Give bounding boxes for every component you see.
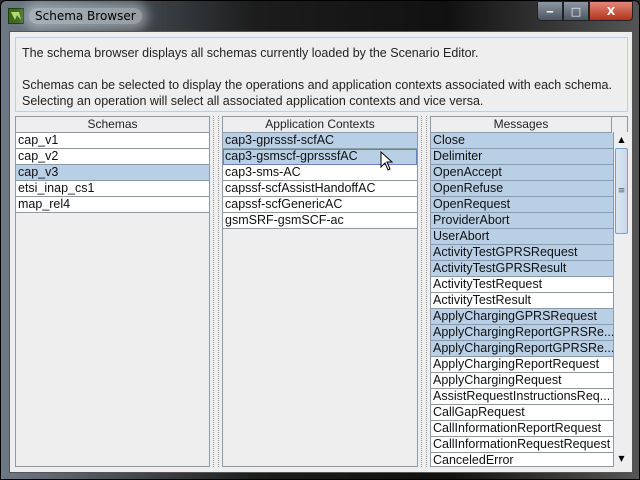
context-item[interactable]: capssf-scfAssistHandoffAC [223, 181, 417, 197]
contexts-header[interactable]: Application Contexts [223, 117, 417, 133]
message-item[interactable]: OpenRefuse [431, 181, 613, 197]
schema-item[interactable]: cap_v1 [16, 133, 209, 149]
message-item[interactable]: CallInformationReportRequest [431, 421, 613, 437]
context-item[interactable]: capssf-scfGenericAC [223, 197, 417, 213]
schemas-list: Schemas cap_v1 cap_v2 cap_v3 etsi_inap_cs1 m… [15, 116, 210, 467]
window: Schema Browser ‒ □ X The schema browser … [0, 0, 640, 480]
split-divider[interactable] [421, 116, 427, 467]
info-panel: The schema browser displays all schemas … [15, 37, 628, 112]
message-item[interactable]: ActivityTestRequest [431, 277, 613, 293]
message-item[interactable]: Close [431, 133, 613, 149]
mouse-cursor-icon [380, 151, 394, 171]
message-item[interactable]: UserAbort [431, 229, 613, 245]
message-item[interactable]: ApplyChargingReportGPRSRe... [431, 341, 613, 357]
info-line: The schema browser displays all schemas … [22, 46, 479, 60]
close-button[interactable]: X [589, 1, 633, 21]
info-line: Schemas can be selected to display the o… [22, 78, 612, 92]
scroll-down-icon[interactable]: ▼ [614, 451, 629, 467]
window-title: Schema Browser [29, 8, 142, 24]
message-item[interactable]: ActivityTestGPRSRequest [431, 245, 613, 261]
app-icon [8, 8, 24, 24]
context-item[interactable]: gsmSRF-gsmSCF-ac [223, 213, 417, 229]
messages-scrollbar[interactable]: ▲ ≡ ▼ [613, 132, 629, 467]
schema-item[interactable]: cap_v3 [16, 165, 209, 181]
message-item[interactable]: ActivityTestResult [431, 293, 613, 309]
message-item[interactable]: CanceledError [431, 453, 613, 466]
message-item[interactable]: CallGapRequest [431, 405, 613, 421]
schema-item[interactable]: map_rel4 [16, 197, 209, 213]
scroll-thumb[interactable]: ≡ [615, 148, 628, 234]
split-divider[interactable] [213, 116, 219, 467]
schema-item[interactable]: cap_v2 [16, 149, 209, 165]
schema-item[interactable]: etsi_inap_cs1 [16, 181, 209, 197]
message-item[interactable]: ProviderAbort [431, 213, 613, 229]
message-item[interactable]: ApplyChargingReportRequest [431, 357, 613, 373]
maximize-button[interactable]: □ [563, 1, 589, 21]
messages-list: Messages Close Delimiter OpenAccept OpenRef… [430, 116, 628, 467]
context-item[interactable]: cap3-gprsssf-scfAC [223, 133, 417, 149]
message-item[interactable]: OpenAccept [431, 165, 613, 181]
message-item[interactable]: ApplyChargingRequest [431, 373, 613, 389]
message-item[interactable]: AssistRequestInstructionsReq... [431, 389, 613, 405]
message-item[interactable]: OpenRequest [431, 197, 613, 213]
messages-header[interactable]: Messages [431, 117, 612, 133]
message-item[interactable]: ApplyChargingReportGPRSRe... [431, 325, 613, 341]
message-item[interactable]: ApplyChargingGPRSRequest [431, 309, 613, 325]
minimize-button[interactable]: ‒ [537, 1, 563, 21]
schemas-header[interactable]: Schemas [16, 117, 209, 133]
info-line: Selecting an operation will select all a… [22, 94, 484, 108]
message-item[interactable]: CallInformationRequestRequest [431, 437, 613, 453]
client-area: The schema browser displays all schemas … [9, 31, 633, 473]
message-item[interactable]: ActivityTestGPRSResult [431, 261, 613, 277]
scroll-up-icon[interactable]: ▲ [614, 132, 629, 148]
message-item[interactable]: Delimiter [431, 149, 613, 165]
